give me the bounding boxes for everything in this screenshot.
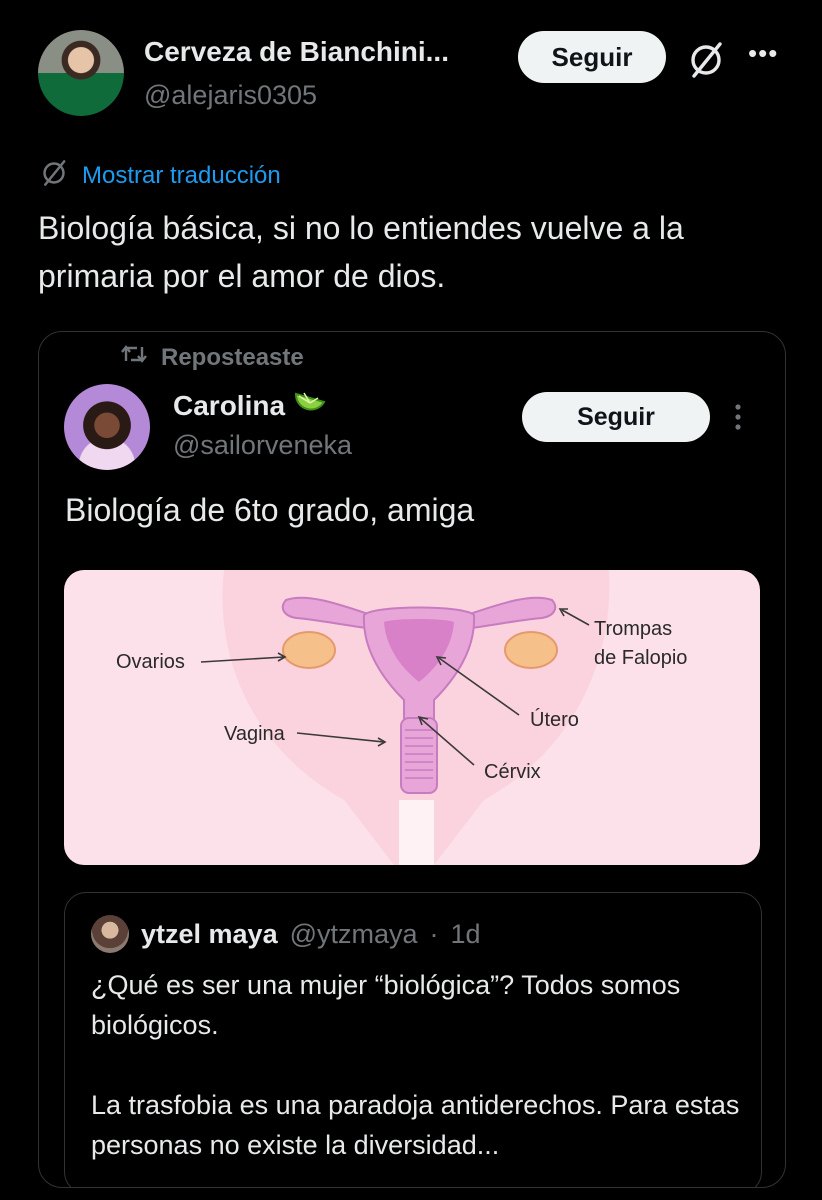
label-trompas-2: de Falopio [594, 647, 687, 669]
quote-more-options-icon[interactable] [731, 402, 745, 441]
nested-timestamp[interactable]: 1d [451, 919, 481, 950]
nested-separator: · [429, 918, 439, 949]
more-options-icon[interactable]: ••• [748, 38, 778, 69]
nested-author-name[interactable]: ytzel maya [141, 919, 278, 950]
label-cervix: Cérvix [484, 761, 541, 783]
label-trompas-1: Trompas [594, 618, 672, 640]
repost-indicator: Reposteaste [121, 343, 304, 372]
label-ovarios: Ovarios [116, 651, 185, 673]
nested-quoted-post[interactable]: ytzel maya @ytzmaya · 1d ¿Qué es ser una… [64, 892, 762, 1187]
author-name[interactable]: Cerveza de Bianchini... [144, 36, 449, 68]
translate-row[interactable]: Mostrar traducción [38, 157, 281, 194]
label-vagina: Vagina [224, 723, 286, 745]
repost-icon [121, 343, 147, 372]
follow-button[interactable]: Seguir [518, 31, 666, 83]
nested-author-handle[interactable]: @ytzmaya [290, 919, 418, 950]
nested-post-header: ytzel maya @ytzmaya · 1d [91, 915, 481, 953]
anatomy-diagram-image[interactable]: Ovarios Trompas de Falopio Útero Vagina … [64, 570, 760, 865]
ovary-left [282, 631, 336, 669]
repost-label: Reposteaste [161, 343, 304, 371]
quote-author-name[interactable]: Carolina [173, 390, 285, 422]
post-text: Biología básica, si no lo entiendes vuel… [38, 210, 684, 294]
canal-highlight [399, 800, 434, 865]
quote-follow-button[interactable]: Seguir [522, 392, 710, 442]
quote-author-handle[interactable]: @sailorveneka [173, 430, 352, 461]
quote-author-name-row[interactable]: Carolina [173, 388, 327, 423]
ovary-right [504, 631, 558, 669]
quote-author-avatar[interactable] [64, 384, 150, 470]
nested-post-text: ¿Qué es ser una mujer “biológica”? Todos… [91, 965, 741, 1165]
quote-text: Biología de 6to grado, amiga [65, 492, 475, 528]
nested-paragraph-1: ¿Qué es ser una mujer “biológica”? Todos… [91, 970, 681, 1040]
vaginal-canal [400, 717, 438, 794]
author-avatar[interactable] [38, 30, 124, 116]
label-utero: Útero [530, 708, 579, 731]
author-handle[interactable]: @alejaris0305 [144, 80, 317, 111]
translate-icon [38, 157, 70, 194]
lime-icon [293, 388, 327, 423]
quoted-post-card[interactable]: Reposteaste Carolina @sailorveneka Segui… [38, 331, 786, 1188]
grok-icon[interactable] [684, 38, 728, 82]
nested-author-avatar[interactable] [91, 915, 129, 953]
show-translation-link[interactable]: Mostrar traducción [82, 162, 281, 190]
nested-paragraph-2: La trasfobia es una paradoja antiderecho… [91, 1090, 740, 1160]
